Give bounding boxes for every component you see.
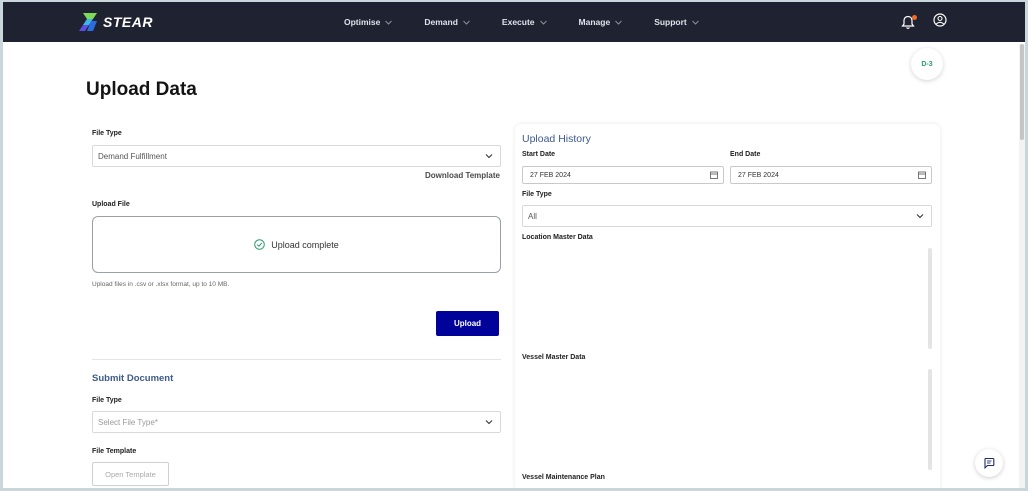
nav-manage[interactable]: Manage [579, 17, 623, 27]
brand-name: STEAR [103, 14, 153, 30]
scrollbar[interactable] [928, 248, 932, 349]
chevron-down-icon [615, 20, 623, 25]
file-dropzone[interactable]: Upload complete [92, 216, 501, 273]
history-section-title: Vessel Master Data [522, 354, 586, 361]
submit-document-title: Submit Document [92, 373, 174, 384]
end-date-input[interactable]: 27 FEB 2024 [730, 166, 932, 184]
nav-optimise-label: Optimise [344, 17, 381, 27]
open-template-button[interactable]: Open Template [92, 462, 169, 486]
user-circle-icon [933, 13, 947, 27]
history-file-type-select[interactable]: All [522, 205, 932, 227]
start-date-label: Start Date [522, 151, 556, 158]
nav-execute[interactable]: Execute [502, 17, 547, 27]
submit-file-type-label: File Type [92, 397, 122, 404]
history-file-type-value: All [528, 211, 537, 221]
upload-file-label: Upload File [92, 201, 130, 208]
nav-support-label: Support [654, 17, 687, 27]
page-scrollbar-thumb[interactable] [1020, 44, 1024, 140]
download-template-link[interactable]: Download Template [425, 171, 500, 180]
submit-file-type-placeholder: Select File Type* [98, 417, 158, 427]
chevron-down-icon [691, 20, 699, 25]
chevron-down-icon [463, 20, 470, 25]
file-type-select[interactable]: Demand Fulfillment [92, 145, 501, 167]
environment-badge-label: D-3 [921, 60, 933, 68]
upload-hint: Upload files in .csv or .xlsx format, up… [92, 281, 230, 288]
file-type-value: Demand Fulfillment [98, 151, 167, 161]
top-navbar: STEAR Optimise Demand Execute Manage Sup… [3, 2, 1025, 42]
app-frame: STEAR Optimise Demand Execute Manage Sup… [3, 2, 1025, 488]
start-date-input[interactable]: 27 FEB 2024 [522, 166, 724, 184]
upload-button[interactable]: Upload [436, 311, 499, 336]
page-title: Upload Data [86, 79, 197, 100]
notification-dot [912, 14, 917, 20]
file-type-label: File Type [92, 130, 122, 137]
chevron-down-icon [485, 154, 493, 159]
nav-demand[interactable]: Demand [424, 17, 470, 27]
upload-status-text: Upload complete [271, 239, 339, 250]
nav-optimise[interactable]: Optimise [344, 17, 393, 27]
start-date-value: 27 FEB 2024 [530, 171, 571, 179]
calendar-icon [710, 171, 718, 179]
navbar-actions [901, 13, 947, 32]
nav-manage-label: Manage [578, 17, 611, 27]
end-date-value: 27 FEB 2024 [738, 171, 779, 179]
page-scrollbar[interactable] [1019, 44, 1025, 488]
upload-history-title: Upload History [522, 133, 591, 145]
check-circle-icon [254, 239, 266, 250]
history-section-title: Vessel Maintenance Plan [522, 474, 605, 481]
scrollbar[interactable] [928, 369, 932, 470]
chat-icon [984, 457, 995, 469]
end-date-label: End Date [730, 151, 761, 158]
file-template-label: File Template [92, 448, 137, 455]
submit-file-type-select[interactable]: Select File Type* [92, 411, 501, 433]
brand-logo[interactable]: STEAR [79, 11, 153, 33]
section-divider [92, 359, 501, 360]
chat-button[interactable] [975, 449, 1003, 477]
chevron-down-icon [916, 214, 924, 219]
chevron-down-icon [485, 420, 493, 425]
main-nav: Optimise Demand Execute Manage Support [344, 2, 731, 42]
nav-support[interactable]: Support [654, 17, 699, 27]
notifications-button[interactable] [901, 14, 917, 31]
history-list-vessel[interactable] [522, 369, 933, 470]
history-file-type-label: File Type [522, 191, 552, 198]
chevron-down-icon [539, 20, 547, 25]
nav-execute-label: Execute [501, 17, 535, 27]
environment-badge[interactable]: D-3 [911, 48, 943, 80]
stear-logo-icon [79, 13, 97, 31]
chevron-down-icon [385, 20, 393, 25]
user-menu-button[interactable] [933, 13, 947, 32]
history-list-location[interactable] [522, 248, 933, 349]
nav-demand-label: Demand [424, 17, 458, 27]
history-section-title: Location Master Data [522, 234, 593, 241]
calendar-icon [918, 171, 926, 179]
